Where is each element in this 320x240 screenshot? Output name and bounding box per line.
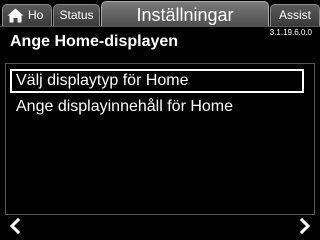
- tab-settings[interactable]: Inställningar: [101, 1, 269, 27]
- tab-assist[interactable]: Assist: [270, 4, 320, 26]
- chevron-right-icon[interactable]: [298, 217, 312, 235]
- menu-panel: Välj displaytyp för Home Ange displayinn…: [5, 63, 315, 215]
- page-title: Ange Home-displayen: [10, 33, 179, 50]
- version-number: 3.1.19.6.0.0: [269, 28, 312, 37]
- tab-status[interactable]: Status: [53, 4, 100, 26]
- menu-item-set-display-content[interactable]: Ange displayinnehåll för Home: [10, 96, 304, 120]
- tab-bar: Ho Status Inställningar Assist: [0, 0, 320, 28]
- tab-home[interactable]: Ho: [2, 4, 52, 26]
- menu-item-select-display-type[interactable]: Välj displaytyp för Home: [10, 69, 304, 93]
- chevron-left-icon[interactable]: [8, 217, 22, 235]
- screen: Ho Status Inställningar Assist 3.1.19.6.…: [0, 0, 320, 240]
- tab-divider: [0, 26, 320, 27]
- home-icon: [7, 8, 24, 23]
- tab-home-label: Ho: [28, 8, 44, 22]
